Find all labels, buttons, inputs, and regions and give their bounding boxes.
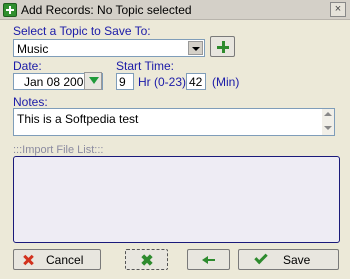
scroll-up-icon[interactable] bbox=[324, 112, 332, 116]
topic-select[interactable]: Music bbox=[13, 39, 205, 57]
start-time-label: Start Time: bbox=[116, 59, 175, 73]
cancel-button[interactable]: Cancel bbox=[13, 249, 101, 270]
chevron-down-icon[interactable] bbox=[188, 41, 203, 55]
gem-icon bbox=[89, 77, 99, 84]
date-value: Jan 08 2009 bbox=[24, 75, 91, 89]
close-button[interactable]: × bbox=[330, 2, 346, 17]
hour-label: Hr (0-23) bbox=[138, 75, 187, 89]
add-topic-button[interactable] bbox=[210, 36, 235, 57]
minute-label: (Min) bbox=[212, 75, 240, 89]
clear-button[interactable] bbox=[125, 249, 168, 270]
notes-textarea[interactable]: This is a Softpedia test bbox=[13, 108, 335, 136]
save-button[interactable]: Save bbox=[238, 249, 339, 270]
app-add-icon bbox=[3, 2, 17, 17]
import-file-list-label: :::Import File List::: bbox=[13, 144, 104, 156]
window-title: Add Records: No Topic selected bbox=[21, 2, 192, 17]
notes-value: This is a Softpedia test bbox=[17, 112, 139, 126]
date-picker-button[interactable] bbox=[84, 72, 102, 90]
back-button[interactable] bbox=[187, 249, 230, 270]
minute-field[interactable]: 42 bbox=[186, 73, 206, 90]
hour-field[interactable]: 9 bbox=[116, 73, 134, 90]
import-file-list[interactable] bbox=[13, 156, 340, 243]
cancel-x-icon bbox=[23, 255, 33, 265]
title-bar: Add Records: No Topic selected × bbox=[0, 0, 350, 20]
scroll-down-icon[interactable] bbox=[324, 126, 332, 130]
clear-cross-icon bbox=[141, 254, 153, 266]
topic-label: Select a Topic to Save To: bbox=[13, 24, 151, 38]
check-icon bbox=[254, 250, 268, 265]
topic-selected-value: Music bbox=[17, 42, 49, 56]
notes-label: Notes: bbox=[13, 95, 48, 109]
save-label: Save bbox=[283, 253, 311, 267]
date-label: Date: bbox=[13, 59, 42, 73]
notes-scrollbar[interactable] bbox=[322, 109, 334, 135]
plus-icon bbox=[217, 41, 229, 53]
cancel-label: Cancel bbox=[46, 253, 84, 267]
arrow-left-icon bbox=[202, 255, 216, 265]
